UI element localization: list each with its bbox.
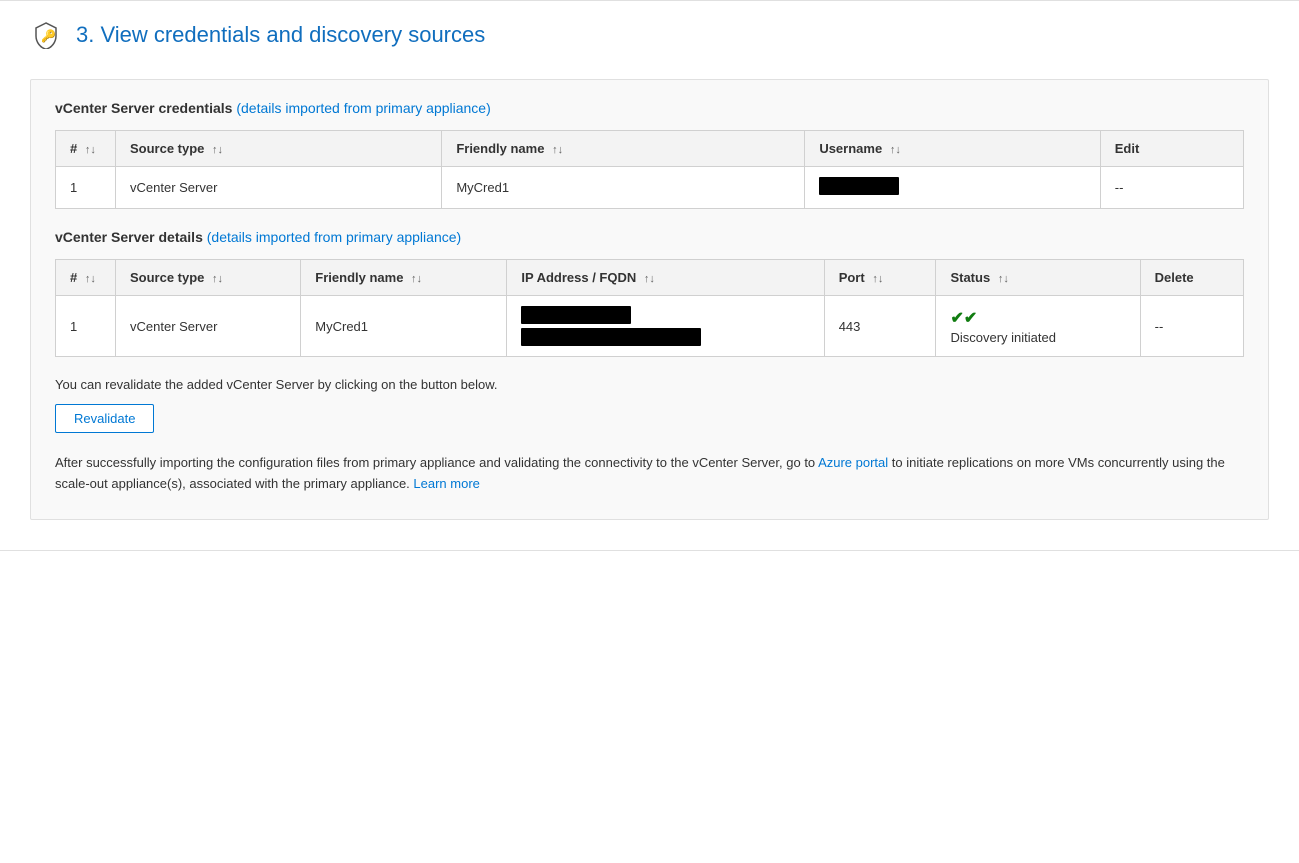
credentials-section: vCenter Server credentials (details impo…	[55, 100, 1244, 209]
info-text-section: After successfully importing the configu…	[55, 453, 1244, 495]
col-friendly-name-cred: Friendly name ↑↓	[442, 131, 805, 167]
det-row-hash: 1	[56, 296, 116, 357]
det-row-ip	[507, 296, 824, 357]
username-redacted	[819, 177, 899, 195]
sort-icon-source-det[interactable]: ↑↓	[212, 273, 223, 285]
revalidate-button[interactable]: Revalidate	[55, 404, 154, 433]
credentials-table-header-row: # ↑↓ Source type ↑↓ Friendly name ↑↓	[56, 131, 1244, 167]
sort-icon-username-cred[interactable]: ↑↓	[890, 144, 901, 156]
sort-icon-hash-det[interactable]: ↑↓	[85, 273, 96, 285]
det-row-delete: --	[1140, 296, 1243, 357]
col-delete-det: Delete	[1140, 260, 1243, 296]
status-checkmark: ✔✔	[950, 308, 1125, 328]
credentials-title: vCenter Server credentials (details impo…	[55, 100, 1244, 116]
ip-redacted-top	[521, 306, 631, 324]
col-friendly-name-det: Friendly name ↑↓	[301, 260, 507, 296]
section-gap-1	[55, 209, 1244, 229]
det-row-friendly-name: MyCred1	[301, 296, 507, 357]
learn-more-link[interactable]: Learn more	[413, 476, 479, 491]
cred-row-hash: 1	[56, 167, 116, 209]
det-row-source-type: vCenter Server	[116, 296, 301, 357]
shield-icon: 🔑	[30, 19, 62, 51]
col-port-det: Port ↑↓	[824, 260, 936, 296]
details-title: vCenter Server details (details imported…	[55, 229, 1244, 245]
svg-text:🔑: 🔑	[41, 28, 56, 43]
ip-redacted-bottom	[521, 328, 701, 346]
page-title: 3. View credentials and discovery source…	[76, 22, 485, 48]
info-text-before-link1: After successfully importing the configu…	[55, 455, 818, 470]
bottom-divider	[0, 550, 1299, 551]
credentials-title-note: (details imported from primary appliance…	[236, 100, 490, 116]
main-card: vCenter Server credentials (details impo…	[30, 79, 1269, 520]
det-row-status: ✔✔ Discovery initiated	[936, 296, 1140, 357]
col-edit-cred: Edit	[1100, 131, 1243, 167]
col-source-type-det: Source type ↑↓	[116, 260, 301, 296]
det-row-port: 443	[824, 296, 936, 357]
page-container: 🔑 3. View credentials and discovery sour…	[0, 0, 1299, 551]
sort-icon-hash-cred[interactable]: ↑↓	[85, 144, 96, 156]
col-username-cred: Username ↑↓	[805, 131, 1100, 167]
col-ip-address-det: IP Address / FQDN ↑↓	[507, 260, 824, 296]
credentials-table-row: 1 vCenter Server MyCred1 --	[56, 167, 1244, 209]
revalidate-section: You can revalidate the added vCenter Ser…	[55, 377, 1244, 433]
sort-icon-friendly-cred[interactable]: ↑↓	[552, 144, 563, 156]
sort-icon-port-det[interactable]: ↑↓	[872, 273, 883, 285]
sort-icon-ip-det[interactable]: ↑↓	[644, 273, 655, 285]
cred-row-friendly-name: MyCred1	[442, 167, 805, 209]
header-section: 🔑 3. View credentials and discovery sour…	[0, 1, 1299, 69]
col-source-type-cred: Source type ↑↓	[116, 131, 442, 167]
cred-row-source-type: vCenter Server	[116, 167, 442, 209]
status-cell: ✔✔ Discovery initiated	[950, 308, 1125, 345]
col-hash-cred: # ↑↓	[56, 131, 116, 167]
sort-icon-friendly-det[interactable]: ↑↓	[411, 273, 422, 285]
details-section: vCenter Server details (details imported…	[55, 229, 1244, 357]
details-table: # ↑↓ Source type ↑↓ Friendly name ↑↓	[55, 259, 1244, 357]
sort-icon-source-cred[interactable]: ↑↓	[212, 144, 223, 156]
main-content: vCenter Server credentials (details impo…	[0, 69, 1299, 550]
cred-row-edit: --	[1100, 167, 1243, 209]
cred-row-username	[805, 167, 1100, 209]
details-table-header-row: # ↑↓ Source type ↑↓ Friendly name ↑↓	[56, 260, 1244, 296]
sort-icon-status-det[interactable]: ↑↓	[998, 273, 1009, 285]
revalidate-description: You can revalidate the added vCenter Ser…	[55, 377, 1244, 392]
details-title-note: (details imported from primary appliance…	[207, 229, 461, 245]
azure-portal-link[interactable]: Azure portal	[818, 455, 888, 470]
col-hash-det: # ↑↓	[56, 260, 116, 296]
details-table-row: 1 vCenter Server MyCred1 443	[56, 296, 1244, 357]
col-status-det: Status ↑↓	[936, 260, 1140, 296]
status-text: Discovery initiated	[950, 330, 1125, 345]
credentials-table: # ↑↓ Source type ↑↓ Friendly name ↑↓	[55, 130, 1244, 209]
